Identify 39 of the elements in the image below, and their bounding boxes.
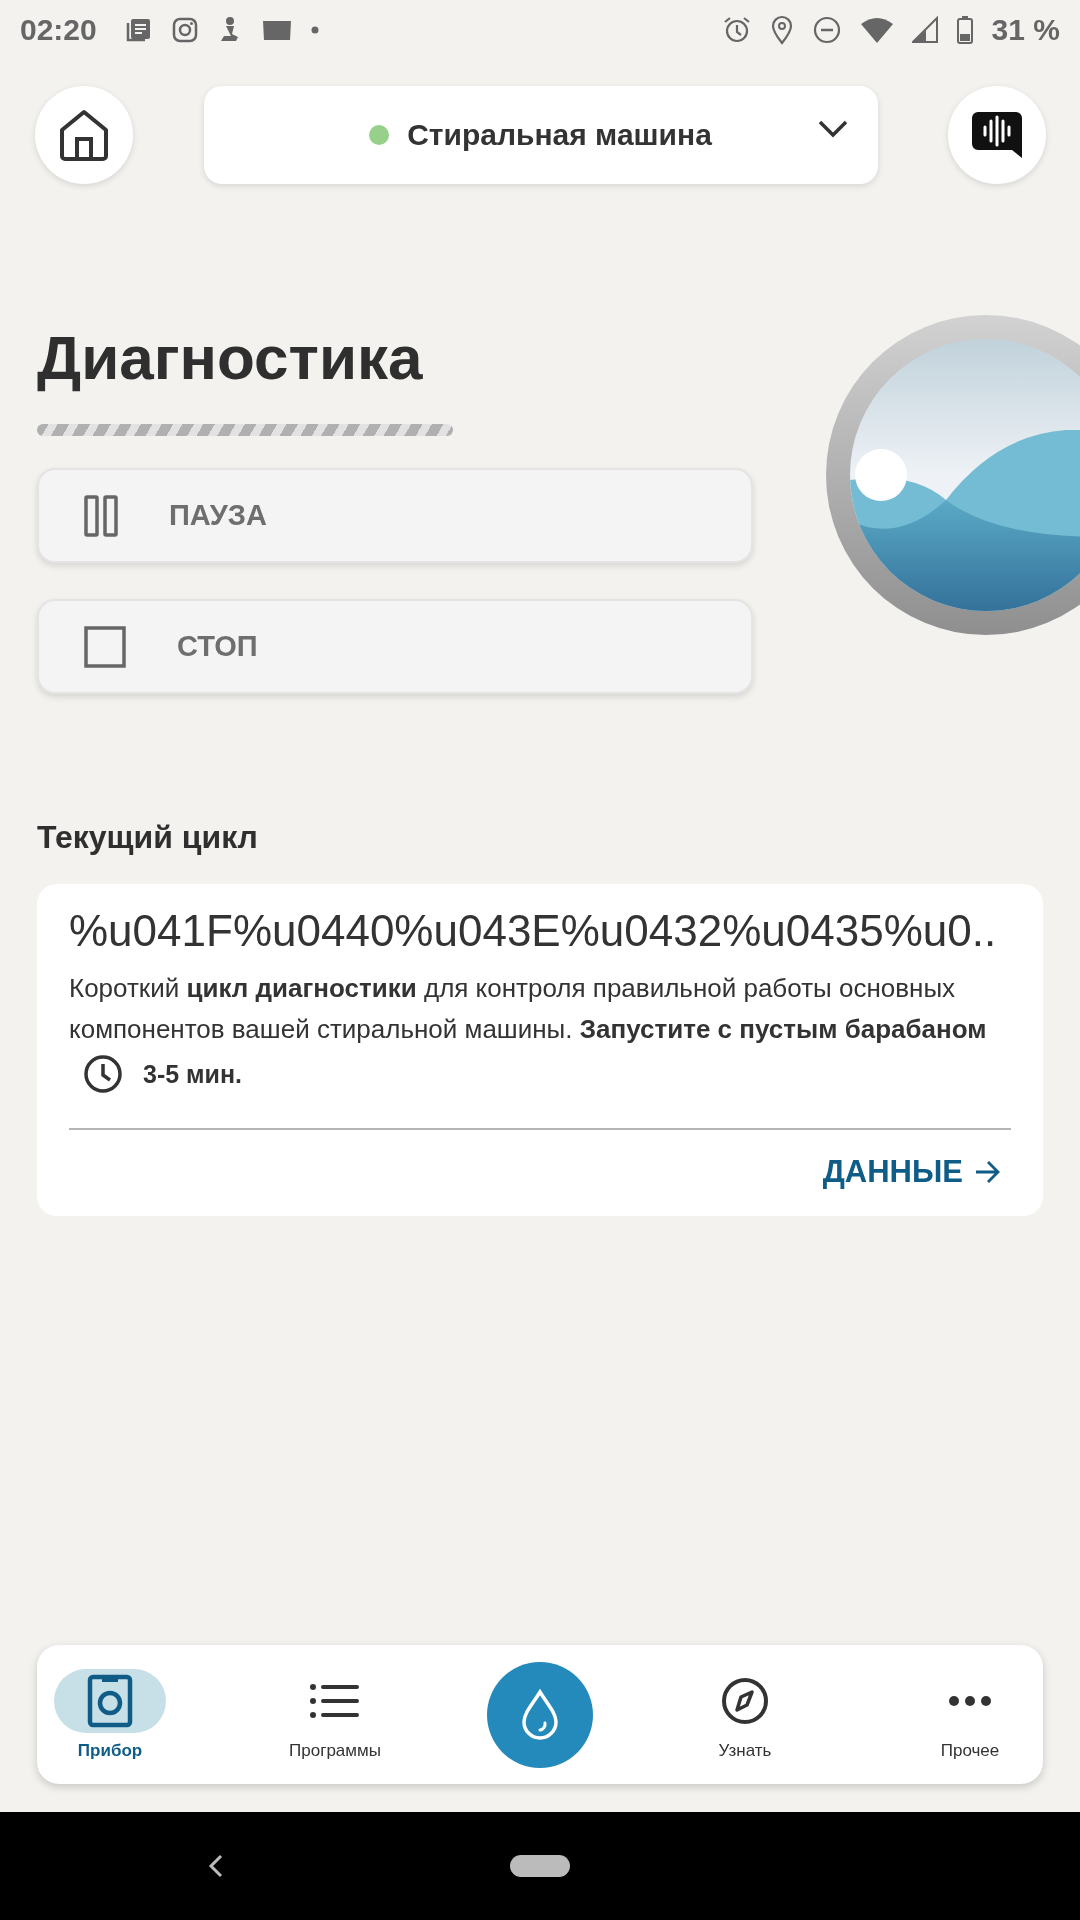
- nav-tab[interactable]: Узнать: [672, 1668, 818, 1761]
- nav-tab[interactable]: Прочее: [897, 1668, 1043, 1761]
- chat-bubble-icon: [970, 110, 1024, 160]
- pause-icon: [83, 493, 119, 538]
- status-time: 02:20: [20, 13, 97, 47]
- more-icon: [949, 1695, 991, 1706]
- home-icon: [58, 108, 110, 162]
- details-link[interactable]: ДАННЫЕ: [822, 1154, 1001, 1190]
- cycle-duration: 3-5 мин.: [143, 1059, 242, 1089]
- compass-icon: [721, 1676, 769, 1725]
- voice-button[interactable]: [948, 86, 1046, 184]
- battery-icon: [955, 15, 974, 45]
- appliance-dropdown[interactable]: Стиральная машина: [203, 86, 878, 184]
- dot-icon: [310, 26, 319, 34]
- arrow-right-icon: [975, 1160, 1001, 1184]
- cycle-title: %u041F%u0440%u043E%u0432%u0435%u0..: [69, 906, 998, 956]
- appliance-name: Стиральная машина: [407, 118, 712, 152]
- program-title: Диагностика: [37, 322, 424, 394]
- nav-tab[interactable]: Программы: [262, 1668, 408, 1761]
- battery-level: 31 %: [991, 13, 1060, 47]
- stop-button[interactable]: СТОП: [37, 599, 753, 694]
- stop-icon: [83, 624, 127, 669]
- location-icon: [769, 15, 794, 45]
- pause-button[interactable]: ПАУЗА: [37, 468, 753, 563]
- wifi-icon: [859, 16, 894, 44]
- card-icon: [260, 18, 293, 42]
- home-pill[interactable]: [510, 1855, 570, 1877]
- signal-icon: [911, 16, 938, 44]
- chevron-down-icon: [817, 120, 848, 138]
- do-not-disturb-icon: [811, 15, 842, 45]
- water-drop-icon: [520, 1688, 560, 1741]
- cycle-description: Короткий цикл диагностики для контроля правильной работы основных компонентов вашей стиральной машины. Запустите с пустым барабаном: [69, 972, 988, 1046]
- back-icon: [208, 1854, 224, 1878]
- clock-icon: [83, 1054, 123, 1094]
- home-button[interactable]: [35, 86, 133, 184]
- camera-icon: [170, 16, 199, 44]
- section-title: Текущий цикл: [37, 819, 259, 856]
- washer-icon: [86, 1673, 134, 1728]
- news-icon: [124, 16, 153, 44]
